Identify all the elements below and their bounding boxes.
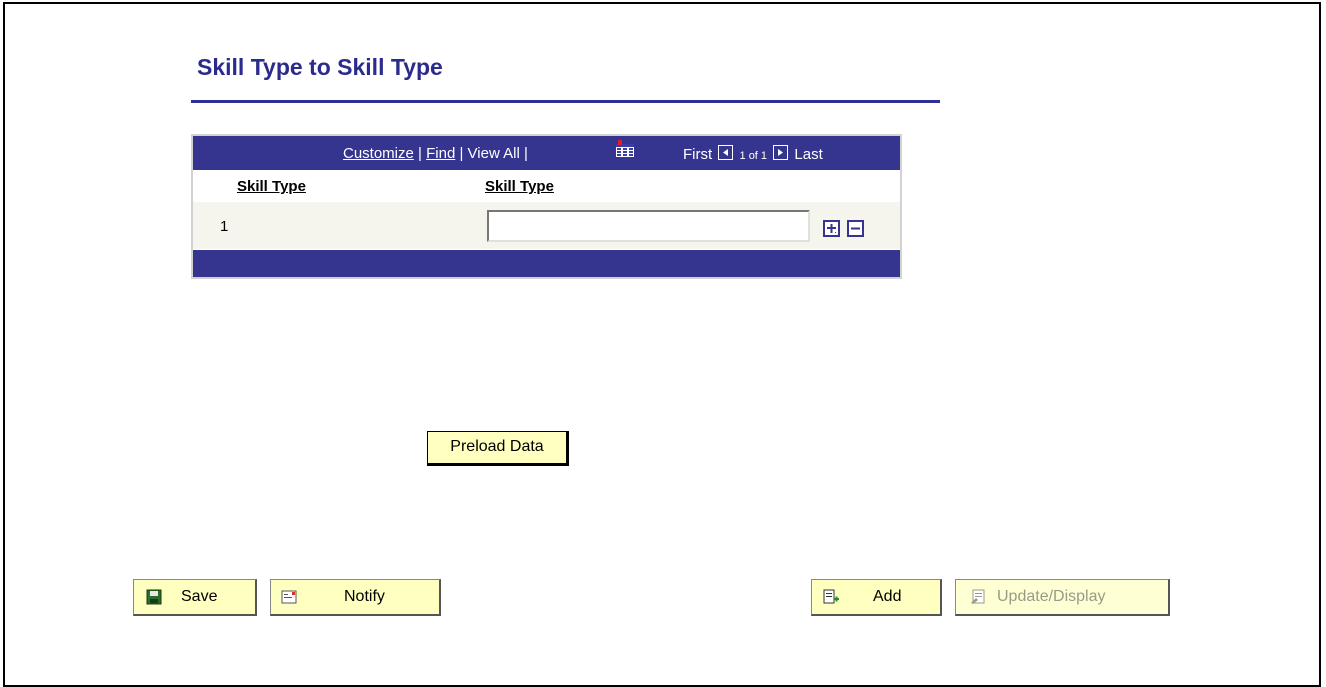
grid-navigation-bar: Customize | Find | View All | First 1 of… xyxy=(193,136,900,170)
minus-icon xyxy=(851,227,860,230)
first-page-button[interactable] xyxy=(718,145,734,160)
envelope-icon xyxy=(281,590,297,604)
notify-button[interactable]: Notify xyxy=(270,579,441,616)
view-all-link[interactable]: View All xyxy=(468,145,520,162)
nav-separator: | xyxy=(523,145,528,162)
title-underline xyxy=(191,100,940,103)
add-button-label: Add xyxy=(873,588,902,605)
grid-view-icon[interactable] xyxy=(615,140,635,158)
page-count: 1 of 1 xyxy=(739,150,768,162)
grid-nav-links: Customize | Find | View All | xyxy=(343,145,528,162)
add-row-button[interactable] xyxy=(823,220,840,237)
right-arrow-icon xyxy=(774,146,788,159)
plus-icon xyxy=(827,224,836,233)
add-button[interactable]: Add xyxy=(811,579,942,616)
save-button-label: Save xyxy=(181,588,218,605)
row-number: 1 xyxy=(220,218,229,235)
nav-separator: | xyxy=(459,145,464,162)
update-display-button[interactable]: Update/Display xyxy=(955,579,1170,616)
page-title: Skill Type to Skill Type xyxy=(197,54,443,80)
last-page-button[interactable] xyxy=(773,145,789,160)
update-display-button-label: Update/Display xyxy=(997,588,1106,605)
notify-button-label: Notify xyxy=(344,588,385,605)
floppy-disk-icon xyxy=(146,589,162,605)
update-display-icon xyxy=(971,589,985,604)
preload-data-button[interactable]: Preload Data xyxy=(427,431,569,466)
customize-link[interactable]: Customize xyxy=(343,145,414,162)
save-button[interactable]: Save xyxy=(133,579,257,616)
column-header-skill-type[interactable]: Skill Type xyxy=(237,178,306,195)
skill-type-grid: Customize | Find | View All | First 1 of… xyxy=(191,134,902,279)
find-link[interactable]: Find xyxy=(426,145,455,162)
first-label: First xyxy=(683,146,713,163)
nav-separator: | xyxy=(418,145,422,162)
grid-footer-bar xyxy=(193,250,900,277)
last-label: Last xyxy=(794,146,823,163)
add-document-icon xyxy=(823,589,839,604)
left-arrow-icon xyxy=(719,146,733,159)
grid-pager: First 1 of 1 Last xyxy=(683,145,823,163)
skill-type-input[interactable] xyxy=(487,210,810,242)
delete-row-button[interactable] xyxy=(847,220,864,237)
column-header-skill-type-2[interactable]: Skill Type xyxy=(485,178,554,195)
